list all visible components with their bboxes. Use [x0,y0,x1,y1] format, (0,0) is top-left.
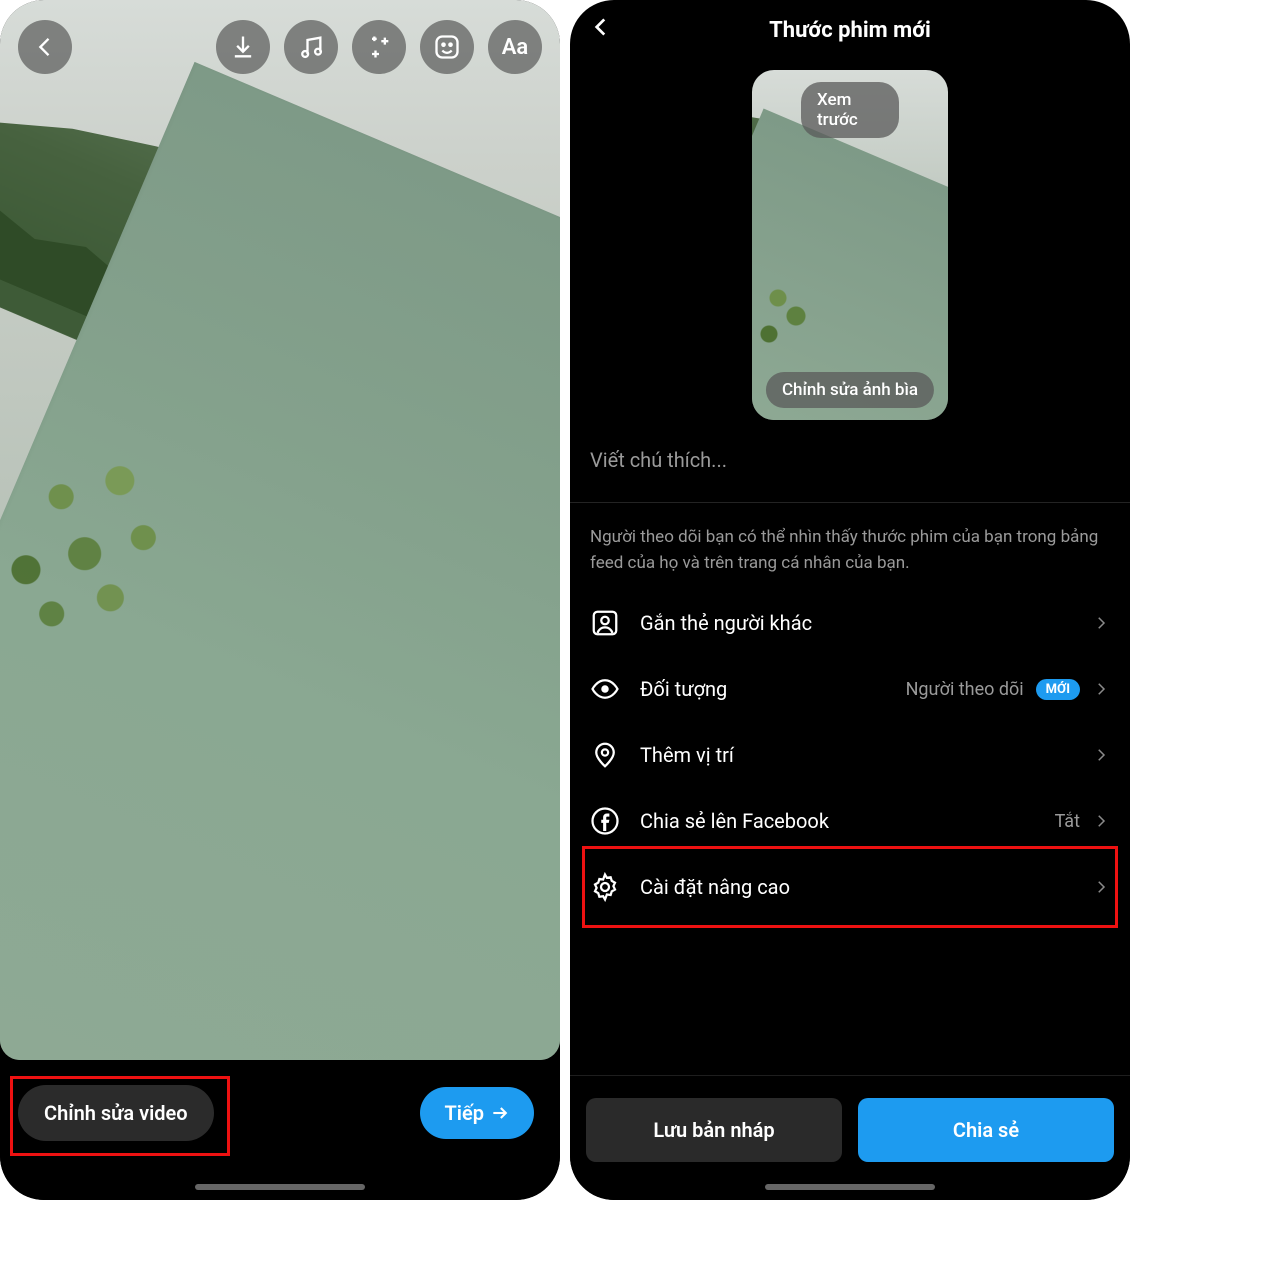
gear-icon [590,872,620,902]
options-list: Gắn thẻ người khác Đối tượng Người theo … [570,590,1130,920]
page-title: Thước phim mới [769,18,931,43]
row-advanced-settings[interactable]: Cài đặt nâng cao [570,854,1130,920]
sticker-button[interactable] [420,20,474,74]
row-label: Thêm vị trí [640,743,1072,767]
facebook-trail: Tắt [1055,811,1110,832]
next-label: Tiếp [444,1101,484,1125]
new-badge: MỚI [1036,679,1080,700]
facebook-value: Tắt [1055,811,1080,832]
edit-cover-button[interactable]: Chỉnh sửa ảnh bìa [766,372,934,408]
chevron-right-icon [1092,680,1110,698]
chevron-left-icon [31,33,59,61]
tag-people-icon [590,608,620,638]
back-button[interactable] [18,20,72,74]
share-header: Thước phim mới [570,0,1130,60]
edit-video-button[interactable]: Chỉnh sửa video [18,1085,214,1141]
effects-button[interactable] [352,20,406,74]
download-button[interactable] [216,20,270,74]
row-facebook[interactable]: Chia sẻ lên Facebook Tắt [570,788,1130,854]
sparkle-icon [365,33,393,61]
back-button[interactable] [588,14,614,46]
save-draft-button[interactable]: Lưu bản nháp [586,1098,842,1162]
video-preview[interactable]: Aa [0,0,560,1060]
audience-trail: Người theo dõi MỚI [906,679,1110,700]
phone-screen-share: Thước phim mới Xem trước Chỉnh sửa ảnh b… [570,0,1130,1200]
chevron-right-icon [1092,746,1110,764]
home-indicator [195,1184,365,1190]
editor-toolbar: Aa [0,20,560,74]
row-label: Gắn thẻ người khác [640,611,1072,635]
eye-icon [590,674,620,704]
row-label: Cài đặt nâng cao [640,875,1072,899]
text-icon: Aa [502,35,529,60]
arrow-right-icon [490,1103,510,1123]
chevron-left-icon [588,14,614,40]
share-bottom-bar: Lưu bản nháp Chia sẻ [570,1075,1130,1200]
preview-button[interactable]: Xem trước [801,82,899,138]
chevron-right-icon [1092,812,1110,830]
facebook-icon [590,806,620,836]
phone-screen-editor: Aa Chỉnh sửa video Tiếp [0,0,560,1200]
row-tag-people[interactable]: Gắn thẻ người khác [570,590,1130,656]
download-icon [229,33,257,61]
row-label: Chia sẻ lên Facebook [640,809,1035,833]
audience-info-text: Người theo dõi bạn có thể nhìn thấy thướ… [570,503,1130,590]
location-icon [590,740,620,770]
share-button[interactable]: Chia sẻ [858,1098,1114,1162]
caption-input[interactable]: Viết chú thích... [570,448,1130,502]
music-icon [297,33,325,61]
cover-preview[interactable]: Xem trước Chỉnh sửa ảnh bìa [752,70,948,420]
row-label: Đối tượng [640,677,886,701]
chevron-right-icon [1092,614,1110,632]
text-button[interactable]: Aa [488,20,542,74]
sticker-icon [433,33,461,61]
row-location[interactable]: Thêm vị trí [570,722,1130,788]
home-indicator [765,1184,935,1190]
next-button[interactable]: Tiếp [420,1087,534,1139]
editor-bottom-bar: Chỉnh sửa video Tiếp [0,1060,560,1200]
chevron-right-icon [1092,878,1110,896]
music-button[interactable] [284,20,338,74]
row-audience[interactable]: Đối tượng Người theo dõi MỚI [570,656,1130,722]
audience-value: Người theo dõi [906,679,1024,700]
